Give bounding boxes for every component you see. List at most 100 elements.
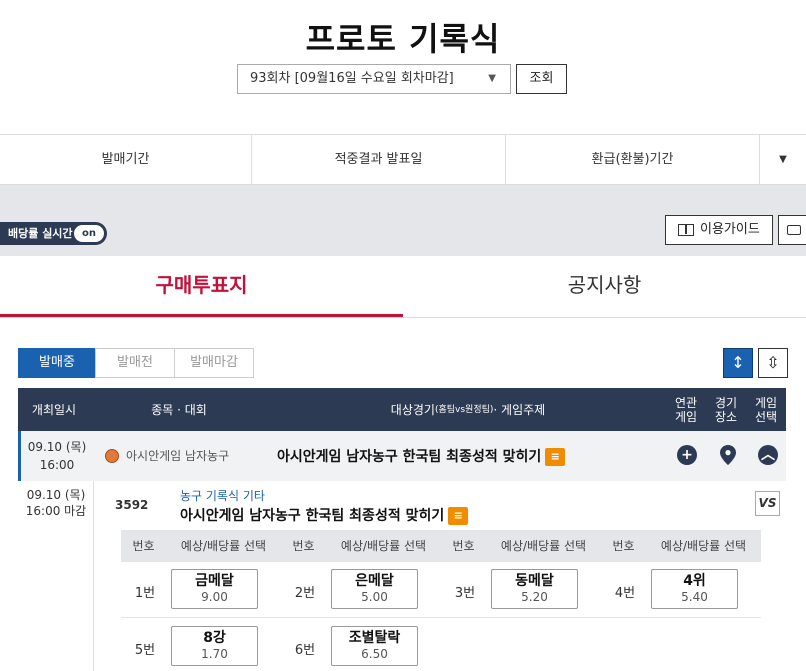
refund-period-label: 환급(환불)기간 [506,135,760,184]
col-select-line1: 게임 [754,395,778,410]
search-button[interactable]: 조회 [516,64,567,94]
book-icon [678,224,694,236]
subtab-before-sale[interactable]: 발매전 [95,348,175,378]
detail-date-column: 09.10 (목) 16:00 마감 [18,481,94,671]
game-name: 아시안게임 남자농구 한국팀 최종성적 맞히기 ≡ [180,505,469,525]
live-odds-toggle[interactable]: 배당률 실시간 on [0,222,107,245]
round-select[interactable]: 93회차 [09월16일 수요일 회차마감] ▼ [237,64,511,94]
game-title: 아시안게임 남자농구 한국팀 최종성적 맞히기 ≡ [277,446,566,466]
detail-date: 09.10 (목) [26,488,86,502]
info-bar: 발매기간 적중결과 발표일 환급(환불)기간 ▼ [0,134,806,185]
collapse-all-button[interactable]: ⇳ [758,348,788,378]
result-date-label: 적중결과 발표일 [252,135,506,184]
option-odds: 6.50 [361,647,388,661]
option-number: 2번 [294,586,316,601]
tab-notice[interactable]: 공지사항 [403,256,806,317]
option-number: 4번 [614,586,636,601]
detail-datetime: 09.10 (목) 16:00 마감 [18,487,94,519]
game-name-text: 아시안게임 남자농구 한국팀 최종성적 맞히기 [180,508,445,524]
tab-buy[interactable]: 구매투표지 [0,256,403,317]
option-label: 금메달 [195,573,234,589]
game-datetime: 09.10 (목) 16:00 [27,438,87,474]
option-gold-button[interactable]: 금메달 9.00 [171,569,258,609]
game-date: 09.10 (목) [27,440,87,454]
odds-head-select: 예상/배당률 선택 [180,539,267,553]
game-sport: 아시안게임 남자농구 [126,449,230,463]
col-date: 개최일시 [31,402,77,417]
option-row-divider [121,617,761,618]
option-fourth-button[interactable]: 4위 5.40 [651,569,738,609]
print-button[interactable] [778,215,806,245]
round-select-value: 93회차 [09월16일 수요일 회차마감] [250,71,454,86]
main-tabs: 구매투표지 공지사항 [0,256,806,318]
col-venue-line2: 장소 [714,409,738,424]
odds-head-select: 예상/배당률 선택 [500,539,587,553]
option-bronze-button[interactable]: 동메달 5.20 [491,569,578,609]
col-select-line2: 선택 [754,409,778,424]
game-category: 농구 기록식 기타 [180,489,265,503]
option-number: 5번 [134,643,156,658]
odds-header: 번호 예상/배당률 선택 번호 예상/배당률 선택 번호 예상/배당률 선택 번… [121,530,761,562]
option-odds: 5.20 [521,590,548,604]
expand-icon: ↕ [731,353,745,372]
info-expand-icon[interactable]: ▼ [760,135,806,184]
option-label: 4위 [683,573,706,589]
option-label: 동메달 [515,573,554,589]
game-row[interactable]: 09.10 (목) 16:00 아시안게임 남자농구 아시안게임 남자농구 한국… [18,431,786,481]
detail-time: 16:00 마감 [25,504,87,518]
ticket-icon: ≡ [448,507,469,525]
chevron-up-icon[interactable]: ︿ [758,445,778,465]
game-detail: 09.10 (목) 16:00 마감 3592 농구 기록식 기타 아시안게임 … [18,481,786,671]
option-odds: 5.00 [361,590,388,604]
option-label: 8강 [203,630,226,646]
guide-label: 이용가이드 [700,222,760,237]
game-number: 3592 [115,498,149,512]
odds-head-no: 번호 [612,539,635,553]
col-target: 대상경기 (홈팀vs원정팀) · 게임주제 [268,388,668,431]
option-odds: 9.00 [201,590,228,604]
printer-icon [787,225,801,235]
page: 프로토 기록식 93회차 [09월16일 수요일 회차마감] ▼ 조회 발매기간… [0,0,806,671]
col-target-label: 대상경기 [390,402,435,417]
col-topic-label: · 게임주제 [493,402,546,417]
live-odds-label: 배당률 실시간 [8,227,73,240]
odds-head-no: 번호 [292,539,315,553]
col-related-line2: 게임 [674,409,698,424]
col-related: 연관 게임 [668,388,704,431]
option-quarterfinal-button[interactable]: 8강 1.70 [171,626,258,666]
caret-down-icon: ▼ [488,73,496,84]
ticket-icon: ≡ [545,448,566,466]
related-game-plus-icon[interactable]: + [677,445,697,465]
odds-head-no: 번호 [132,539,155,553]
option-label: 조별탈락 [348,630,401,646]
live-odds-state: on [74,225,104,242]
expand-all-button[interactable]: ↕ [723,348,753,378]
collapse-icon: ⇳ [766,353,780,372]
basketball-icon [105,449,119,463]
option-group-out-button[interactable]: 조별탈락 6.50 [331,626,418,666]
col-target-small: (홈팀vs원정팀) [434,404,494,415]
option-number: 1번 [134,586,156,601]
odds-head-no: 번호 [452,539,475,553]
option-number: 6번 [294,643,316,658]
table-header: 개최일시 종목 · 대회 대상경기 (홈팀vs원정팀) · 게임주제 연관 게임 … [18,388,786,431]
option-number: 3번 [454,586,476,601]
game-title-text: 아시안게임 남자농구 한국팀 최종성적 맞히기 [277,449,542,465]
subtab-sale-closed[interactable]: 발매마감 [174,348,254,378]
col-venue-line1: 경기 [714,395,738,410]
subtab-on-sale[interactable]: 발매중 [18,348,96,378]
option-odds: 1.70 [201,647,228,661]
game-time: 16:00 [39,458,75,472]
option-label: 은메달 [355,573,394,589]
col-venue: 경기 장소 [708,388,744,431]
vs-button[interactable]: VS [755,491,780,516]
sale-period-label: 발매기간 [0,135,252,184]
col-related-line1: 연관 [674,395,698,410]
odds-head-select: 예상/배당률 선택 [340,539,427,553]
col-select: 게임 선택 [748,388,784,431]
guide-button[interactable]: 이용가이드 [665,215,773,245]
page-title: 프로토 기록식 [305,20,501,58]
location-pin-icon[interactable] [720,445,736,465]
option-silver-button[interactable]: 은메달 5.00 [331,569,418,609]
col-sport: 종목 · 대회 [151,402,207,417]
